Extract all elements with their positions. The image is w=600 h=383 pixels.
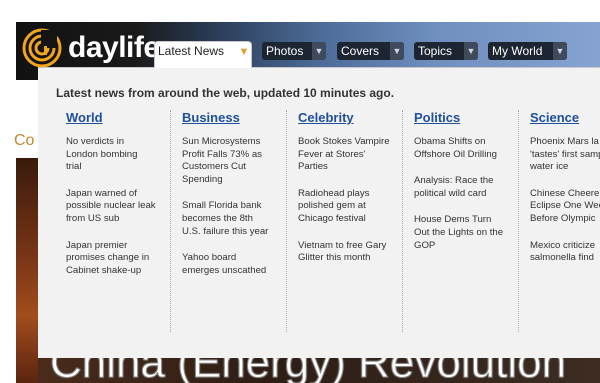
news-column-business: Business Sun Microsystems Profit Falls 73… (170, 110, 286, 332)
daylife-logo-icon[interactable] (22, 28, 62, 68)
column-heading-celebrity[interactable]: Celebrity (298, 110, 354, 126)
column-divider (402, 110, 403, 332)
headline-link[interactable]: Small Florida bank becomes the 8th U.S. fa… (182, 200, 294, 238)
section-label-partial[interactable]: Co (14, 131, 34, 151)
headline-link[interactable]: House Dems Turn Out the Lights on the GOP (414, 214, 526, 252)
news-column-world: World No verdicts in London bombing trial … (54, 110, 170, 332)
headline-link[interactable]: Sun Microsystems Profit Falls 73% as Custo… (182, 136, 294, 186)
headline-link[interactable]: Yahoo board emerges unscathed (182, 252, 294, 277)
headline-link[interactable]: Japan premier promises change in Cabinet s… (66, 240, 178, 278)
headline-list: No verdicts in London bombing trial Japan … (66, 136, 178, 291)
nav-tab-covers[interactable]: Covers ▼ (337, 42, 404, 60)
nav-tab-my-world[interactable]: My World ▼ (488, 42, 567, 60)
nav-tab-label: My World (492, 44, 543, 58)
nav-tab-label: Latest News (158, 44, 225, 58)
cover-image-edge[interactable] (16, 158, 38, 383)
headline-link[interactable]: Mexico criticize salmonella find (530, 240, 600, 265)
headline-link[interactable]: Obama Shifts on Offshore Oil Drilling (414, 136, 526, 161)
column-divider (170, 110, 171, 332)
chevron-down-icon[interactable]: ▼ (553, 42, 567, 60)
chevron-down-icon[interactable]: ▼ (390, 42, 404, 60)
headline-list: Obama Shifts on Offshore Oil Drilling Ana… (414, 136, 526, 266)
chevron-down-icon[interactable]: ▼ (312, 42, 326, 60)
nav-tab-label: Topics (418, 44, 453, 58)
site-logo-text[interactable]: daylife (68, 31, 160, 65)
headline-list: Book Stokes Vampire Fever at Stores' Parti… (298, 136, 410, 279)
headline-link[interactable]: Chinese Cheere Eclipse One Wee Before Olym… (530, 188, 600, 226)
dropdown-subtitle: Latest news from around the web, updated… (56, 86, 395, 100)
headline-link[interactable]: Radiohead plays polished gem at Chicago fe… (298, 188, 410, 226)
nav-tab-latest-news[interactable]: Latest News ▼ (154, 41, 252, 68)
headline-link[interactable]: Phoenix Mars la'tastes' first samp water … (530, 136, 600, 174)
nav-tab-photos[interactable]: Photos ▼ (262, 42, 326, 60)
column-heading-business[interactable]: Business (182, 110, 240, 126)
column-divider (518, 110, 519, 332)
column-heading-world[interactable]: World (66, 110, 103, 126)
nav-tab-label: Covers (341, 44, 380, 58)
latest-news-dropdown: Latest news from around the web, updated… (38, 67, 600, 358)
nav-tab-label: Photos (266, 44, 304, 58)
page-top (0, 0, 600, 22)
news-column-politics: Politics Obama Shifts on Offshore Oil Dri… (402, 110, 518, 332)
headline-link[interactable]: No verdicts in London bombing trial (66, 136, 178, 174)
column-divider (286, 110, 287, 332)
headline-link[interactable]: Book Stokes Vampire Fever at Stores' Parti… (298, 136, 410, 174)
news-column-celebrity: Celebrity Book Stokes Vampire Fever at St… (286, 110, 402, 332)
column-heading-politics[interactable]: Politics (414, 110, 460, 126)
headline-link[interactable]: Japan warned of possible nuclear leak from… (66, 188, 178, 226)
headline-list: Sun Microsystems Profit Falls 73% as Custo… (182, 136, 294, 291)
nav-tab-topics[interactable]: Topics ▼ (414, 42, 478, 60)
column-heading-science[interactable]: Science (530, 110, 579, 126)
chevron-down-icon[interactable]: ▼ (464, 42, 478, 60)
headline-list: Phoenix Mars la'tastes' first samp water … (530, 136, 600, 279)
news-column-science: Science Phoenix Mars la'tastes' first sa… (518, 110, 600, 332)
headline-link[interactable]: Vietnam to free Gary Glitter this month (298, 240, 410, 265)
chevron-down-icon[interactable]: ▼ (237, 43, 251, 61)
headline-link[interactable]: Analysis: Race the political wild card (414, 175, 526, 200)
